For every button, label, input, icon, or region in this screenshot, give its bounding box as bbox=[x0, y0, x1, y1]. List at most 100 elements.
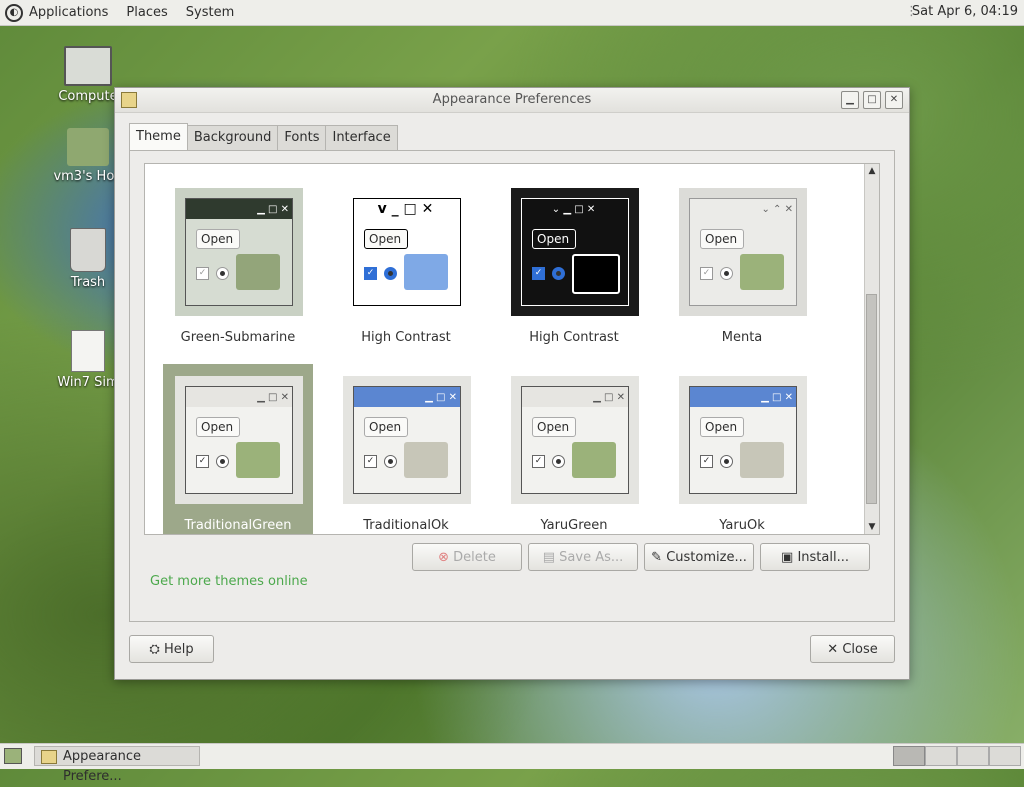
appearance-preferences-window: Appearance Preferences ▁ □ ✕ Theme Backg… bbox=[114, 87, 910, 680]
preview-open-label: Open bbox=[364, 417, 409, 437]
theme-preview: ▁ □ ✕ Open ✓ bbox=[679, 376, 807, 504]
maximize-button[interactable]: □ bbox=[863, 91, 881, 109]
save-icon: ▤ bbox=[542, 550, 556, 565]
theme-name: TraditionalGreen bbox=[184, 518, 292, 533]
show-desktop-icon[interactable] bbox=[4, 748, 22, 764]
preview-open-label: Open bbox=[196, 417, 241, 437]
mate-logo-icon[interactable]: ◐ bbox=[5, 3, 23, 22]
computer-icon bbox=[64, 46, 112, 86]
help-label: Help bbox=[163, 642, 194, 657]
top-panel: ◐ Applications Places System ⋮ Sat Apr 6… bbox=[0, 0, 1024, 26]
appearance-app-icon bbox=[41, 750, 57, 764]
edit-icon: ✎ bbox=[651, 550, 663, 565]
customize-button[interactable]: ✎ Customize... bbox=[644, 543, 754, 571]
install-icon: ▣ bbox=[781, 550, 794, 565]
install-button[interactable]: ▣ Install... bbox=[760, 543, 870, 571]
theme-name: YaruGreen bbox=[540, 518, 608, 533]
tab-theme[interactable]: Theme bbox=[129, 123, 188, 150]
theme-item[interactable]: ⌄ ⌃ ✕ Open ✓ Menta bbox=[667, 176, 817, 346]
desktop-icon-label: Win7 Sim bbox=[57, 375, 119, 390]
delete-label: Delete bbox=[453, 550, 496, 565]
home-folder-icon bbox=[67, 128, 109, 166]
workspace-switcher[interactable] bbox=[893, 746, 1021, 766]
preview-open-label: Open bbox=[364, 229, 409, 249]
folder-icon bbox=[572, 442, 616, 478]
tab-interface[interactable]: Interface bbox=[325, 125, 398, 150]
theme-item[interactable]: ▁ □ ✕ Open ✓ YaruOk bbox=[667, 364, 817, 534]
theme-item[interactable]: ▁ □ ✕ Open ✓ YaruGreen bbox=[499, 364, 649, 534]
theme-preview: ▁ □ ✕ Open ✓ bbox=[511, 376, 639, 504]
theme-name: YaruOk bbox=[719, 518, 765, 533]
theme-name: Green-Submarine bbox=[180, 330, 296, 345]
folder-icon bbox=[236, 254, 280, 290]
preview-open-label: Open bbox=[196, 229, 241, 249]
theme-item-selected[interactable]: ▁ □ ✕ Open ✓ TraditionalGreen bbox=[163, 364, 313, 534]
tab-bar: Theme Background Fonts Interface bbox=[129, 123, 398, 150]
scroll-down-arrow-icon[interactable]: ▼ bbox=[865, 520, 879, 534]
theme-name: Menta bbox=[721, 330, 763, 345]
taskbar-window-label: Appearance Prefere... bbox=[63, 749, 142, 784]
preview-open-label: Open bbox=[532, 229, 577, 249]
folder-icon bbox=[740, 442, 784, 478]
save-as-button[interactable]: ▤ Save As... bbox=[528, 543, 638, 571]
folder-icon bbox=[404, 254, 448, 290]
preview-open-label: Open bbox=[700, 417, 745, 437]
workspace-2[interactable] bbox=[925, 746, 957, 766]
scroll-up-arrow-icon[interactable]: ▲ bbox=[865, 164, 879, 178]
window-titlebar[interactable]: Appearance Preferences ▁ □ ✕ bbox=[115, 88, 909, 113]
close-label: Close bbox=[842, 642, 878, 657]
theme-preview: v _ □ ✕ Open ✓ bbox=[343, 188, 471, 316]
preview-open-label: Open bbox=[700, 229, 745, 249]
menu-places[interactable]: Places bbox=[126, 5, 167, 20]
clock[interactable]: Sat Apr 6, 04:19 bbox=[912, 4, 1018, 19]
theme-preview: ▁ □ ✕ Open ✓ bbox=[175, 188, 303, 316]
folder-icon bbox=[740, 254, 784, 290]
scrollbar-thumb[interactable] bbox=[866, 294, 877, 504]
theme-tab-pane: ▁ □ ✕ Open ✓ Green-Submarine v _ □ ✕ Ope… bbox=[129, 150, 895, 622]
close-window-button[interactable]: ✕ bbox=[885, 91, 903, 109]
menu-applications[interactable]: Applications bbox=[29, 5, 108, 20]
theme-preview: ▁ □ ✕ Open ✓ bbox=[175, 376, 303, 504]
close-icon: ✕ bbox=[827, 642, 839, 657]
theme-preview: ▁ □ ✕ Open ✓ bbox=[343, 376, 471, 504]
theme-preview: ⌄ ⌃ ✕ Open ✓ bbox=[679, 188, 807, 316]
theme-name: High Contrast bbox=[361, 330, 451, 345]
get-more-themes-link[interactable]: Get more themes online bbox=[150, 574, 308, 589]
theme-name: TraditionalOk bbox=[363, 518, 449, 533]
window-title: Appearance Preferences bbox=[432, 92, 592, 107]
menu-system[interactable]: System bbox=[186, 5, 234, 20]
taskbar-window-button[interactable]: Appearance Prefere... bbox=[34, 746, 200, 784]
document-icon bbox=[71, 330, 105, 372]
customize-label: Customize... bbox=[666, 550, 747, 565]
folder-icon bbox=[572, 254, 620, 294]
theme-list-scrollbar[interactable]: ▲ ▼ bbox=[864, 164, 879, 534]
desktop-icon-label: Trash bbox=[70, 275, 106, 290]
folder-icon bbox=[236, 442, 280, 478]
desktop-icon-label: vm3's Hon bbox=[53, 169, 123, 184]
trash-icon bbox=[70, 228, 106, 272]
workspace-3[interactable] bbox=[957, 746, 989, 766]
bottom-panel: Appearance Prefere... bbox=[0, 743, 1024, 784]
minimize-button[interactable]: ▁ bbox=[841, 91, 859, 109]
workspace-4[interactable] bbox=[989, 746, 1021, 766]
theme-item[interactable]: ▁ □ ✕ Open ✓ Green-Submarine bbox=[163, 176, 313, 346]
tab-background[interactable]: Background bbox=[186, 125, 279, 150]
workspace-1[interactable] bbox=[893, 746, 925, 766]
delete-button[interactable]: ⊗ Delete bbox=[412, 543, 522, 571]
help-button[interactable]: ⛭ Help bbox=[129, 635, 214, 663]
theme-preview: ⌄ ▁ □ ✕ Open ✓ bbox=[511, 188, 639, 316]
save-as-label: Save As... bbox=[559, 550, 624, 565]
help-icon: ⛭ bbox=[149, 642, 160, 657]
theme-list[interactable]: ▁ □ ✕ Open ✓ Green-Submarine v _ □ ✕ Ope… bbox=[144, 163, 880, 535]
delete-icon: ⊗ bbox=[438, 550, 450, 565]
tab-fonts[interactable]: Fonts bbox=[277, 125, 327, 150]
theme-item[interactable]: ▁ □ ✕ Open ✓ TraditionalOk bbox=[331, 364, 481, 534]
theme-item[interactable]: ⌄ ▁ □ ✕ Open ✓ High Contrast bbox=[499, 176, 649, 346]
desktop-icon-label: Compute bbox=[58, 89, 118, 104]
theme-item[interactable]: v _ □ ✕ Open ✓ High Contrast bbox=[331, 176, 481, 346]
install-label: Install... bbox=[797, 550, 849, 565]
theme-name: High Contrast bbox=[529, 330, 619, 345]
folder-icon bbox=[404, 442, 448, 478]
preview-open-label: Open bbox=[532, 417, 577, 437]
close-button[interactable]: ✕ Close bbox=[810, 635, 895, 663]
